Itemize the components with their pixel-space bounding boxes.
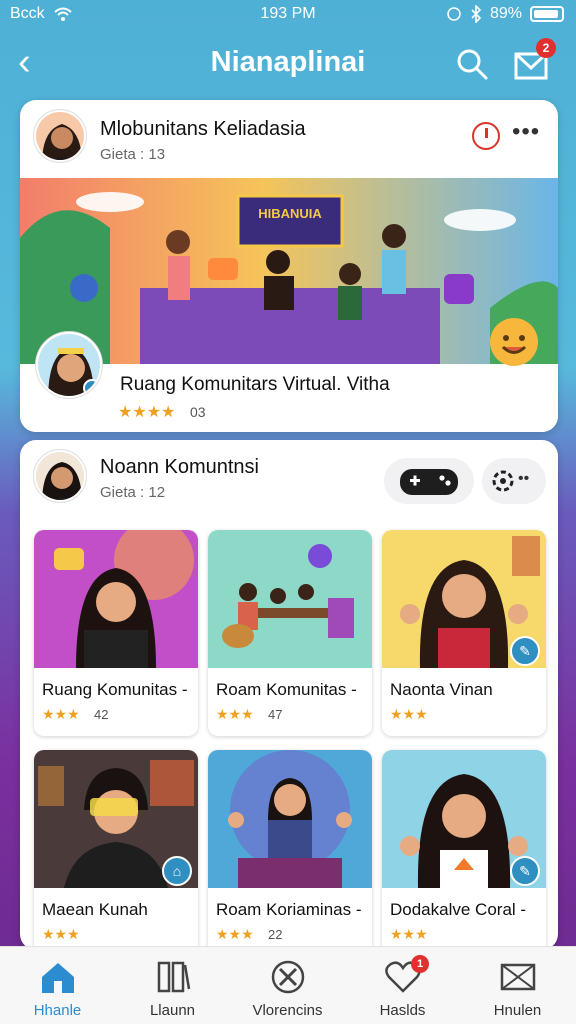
edit-pencil-icon[interactable]: ✎ <box>510 856 540 886</box>
room-name: Naonta Vinan <box>390 680 493 699</box>
nav-item-library[interactable]: Llaunn <box>115 947 230 1024</box>
featured-post-card[interactable]: Mlobunitans Keliadasia Gieta : 13 ••• HI… <box>20 100 558 432</box>
room-rating-stars: ★★★ <box>216 926 254 942</box>
nav-item-messages[interactable]: Hnulen <box>460 947 575 1024</box>
game-controller-button[interactable] <box>384 458 474 504</box>
room-name: Roam Koriaminas - <box>216 900 362 919</box>
room-tile[interactable]: Roam Komunitas - ★★★ 47 <box>208 530 372 736</box>
notification-badge: 2 <box>536 38 556 58</box>
room-rating-count: 03 <box>190 404 206 420</box>
inbox-button[interactable]: 2 <box>512 38 556 84</box>
room-rating-count: 22 <box>268 927 283 942</box>
edit-pencil-icon[interactable]: ✎ <box>510 636 540 666</box>
post-meta: Gieta : 13 <box>100 146 166 163</box>
battery-icon <box>530 6 564 22</box>
nav-label: Haslds <box>379 1002 426 1019</box>
room-rating-stars: ★★★ <box>390 926 428 942</box>
room-name: Ruang Komunitas - <box>42 680 188 699</box>
room-title: Ruang Komunitars Virtual. Vitha <box>120 374 390 395</box>
room-rating-count: 47 <box>268 707 283 722</box>
nav-item-favorites[interactable]: 1 Haslds <box>345 947 460 1024</box>
clock-icon[interactable] <box>472 122 500 150</box>
library-icon <box>157 961 191 993</box>
community-post-card[interactable]: Noann Komuntnsi Gieta : 12 •• Ruang Komu… <box>20 440 558 950</box>
room-rating-stars: ★★★ <box>390 706 428 722</box>
room-host-avatar[interactable] <box>36 332 102 398</box>
nav-item-tools[interactable]: Vlorencins <box>230 947 345 1024</box>
room-tile[interactable]: Roam Koriaminas - ★★★ 22 <box>208 750 372 950</box>
room-name: Maean Kunah <box>42 900 148 919</box>
room-name: Roam Komunitas - <box>216 680 357 699</box>
post-meta: Gieta : 12 <box>100 484 166 501</box>
room-rating-stars: ★★★ <box>42 926 80 942</box>
status-bar: Bcck 193 PM 89% <box>0 0 576 30</box>
battery-percent: 89% <box>489 5 522 22</box>
room-thumbnail <box>208 750 372 888</box>
home-icon <box>42 963 74 993</box>
nav-label: Llaunn <box>149 1002 196 1019</box>
room-tile[interactable]: Ruang Komunitas - ★★★ 42 <box>34 530 198 736</box>
envelope-icon <box>500 963 536 991</box>
nav-label: Hhanle <box>33 1002 82 1019</box>
room-name: Dodakalve Coral - <box>390 900 527 919</box>
room-rating-stars: ★★★★ <box>118 404 176 421</box>
author-avatar[interactable] <box>34 110 86 162</box>
bottom-navigation: Hhanle Llaunn Vlorencins 1 Haslds Hnulen <box>0 946 576 1024</box>
more-options-icon: •• <box>518 470 530 487</box>
room-rating-stars: ★★★ <box>42 706 80 722</box>
post-author-name: Noann Komuntnsi <box>100 456 259 478</box>
banner-sign: HIBANUIA <box>258 206 322 221</box>
room-rating-count: 42 <box>94 707 109 722</box>
tools-icon <box>271 960 305 994</box>
nav-label: Hnulen <box>493 1002 542 1019</box>
post-author-name: Mlobunitans Keliadasia <box>100 118 306 140</box>
options-button[interactable]: •• <box>482 458 546 504</box>
more-options-icon[interactable]: ••• <box>512 118 540 146</box>
room-thumbnail <box>208 530 372 668</box>
app-header: ‹ Nianaplinai 2 <box>0 36 576 92</box>
search-button[interactable] <box>452 44 492 84</box>
nav-label: Vlorencins <box>252 1002 323 1019</box>
bag-icon[interactable]: ⌂ <box>162 856 192 886</box>
room-tile[interactable]: ⌂ Maean Kunah ★★★ <box>34 750 198 950</box>
bluetooth-icon <box>471 5 482 23</box>
settings-icon <box>492 470 514 492</box>
gamepad-icon <box>400 469 458 495</box>
room-thumbnail <box>34 530 198 668</box>
author-avatar[interactable] <box>34 450 86 502</box>
notification-badge: 1 <box>411 955 429 973</box>
smiley-emoji-icon <box>490 318 538 366</box>
search-icon <box>457 49 488 80</box>
room-rating-stars: ★★★ <box>216 706 254 722</box>
nav-item-home[interactable]: Hhanle <box>0 947 115 1024</box>
room-banner-image[interactable]: HIBANUIA <box>20 178 558 364</box>
room-tile[interactable]: ✎ Naonta Vinan ★★★ <box>382 530 546 736</box>
room-tile[interactable]: ✎ Dodakalve Coral - ★★★ <box>382 750 546 950</box>
alarm-icon <box>447 7 461 21</box>
